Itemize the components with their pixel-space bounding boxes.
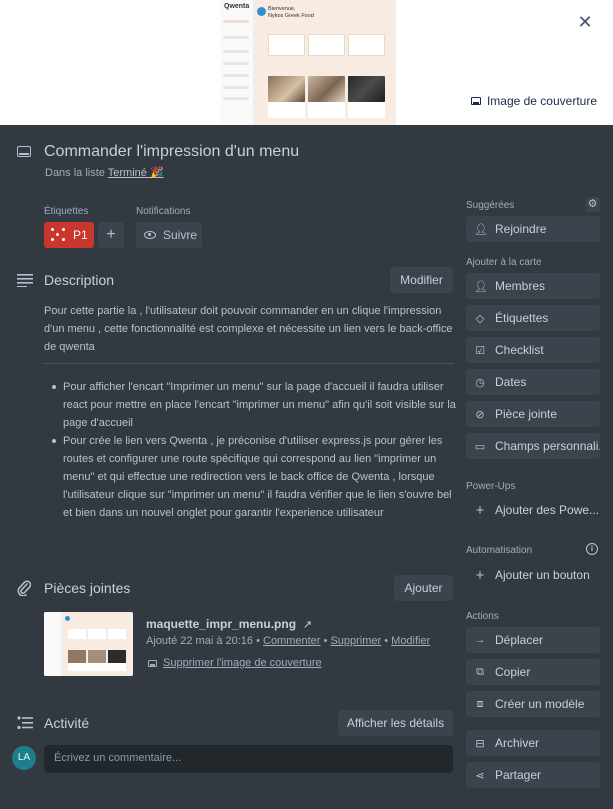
add-attachment-button[interactable]: Ajouter — [394, 575, 453, 601]
description-title: Description — [44, 272, 115, 288]
show-details-button[interactable]: Afficher les détails — [338, 710, 453, 736]
notifications-heading: Notifications — [136, 206, 191, 217]
info-icon[interactable]: i — [586, 543, 598, 555]
paperclip-icon: ⊘ — [475, 408, 485, 421]
activity-title: Activité — [44, 715, 90, 731]
archive-button[interactable]: ⊟ Archiver — [466, 730, 600, 756]
card-title[interactable]: Commander l'impression d'un menu — [44, 143, 299, 161]
delete-link[interactable]: Supprimer — [330, 635, 381, 647]
thumb-logo: Qwenta — [224, 3, 250, 10]
gear-icon[interactable]: ⚙ — [585, 197, 600, 212]
add-label-button[interactable]: + — [98, 222, 124, 248]
person-icon: 👤︎ — [474, 223, 488, 236]
comment-input[interactable]: Écrivez un commentaire... — [44, 745, 453, 773]
join-button[interactable]: 👤︎ Rejoindre — [466, 216, 600, 242]
label-p1-text: P1 — [73, 228, 88, 242]
attachment-meta: Ajouté 22 mai à 20:16 • Commenter • Supp… — [146, 635, 431, 647]
cover-image[interactable]: Qwenta Bienvenue, Nykos Greek Food — [220, 0, 396, 125]
card-icon — [148, 659, 157, 667]
checkbox-icon: ☑ — [475, 344, 485, 357]
follow-button[interactable]: Suivre — [136, 222, 202, 248]
divider — [44, 363, 454, 364]
attachment-button[interactable]: ⊘ Pièce jointe — [466, 401, 600, 427]
create-template-button[interactable]: ⧈ Créer un modèle — [466, 691, 600, 717]
list-item: Pour crée le lien vers Qwenta , je préco… — [44, 432, 456, 522]
labels-heading: Étiquettes — [44, 206, 89, 217]
label-p1[interactable]: P1 — [44, 222, 94, 248]
description-paragraph[interactable]: Pour cette partie la , l'utilisateur doi… — [44, 302, 454, 356]
attachment-name[interactable]: maquette_impr_menu.png ↗ — [146, 617, 312, 631]
copy-button[interactable]: ⧉ Copier — [466, 659, 600, 685]
list-item: Pour afficher l'encart "Imprimer un menu… — [44, 378, 456, 432]
edit-link[interactable]: Modifier — [391, 635, 430, 647]
share-button[interactable]: ⋖ Partager — [466, 762, 600, 788]
cover-image-button[interactable]: Image de couverture — [470, 94, 597, 108]
add-button-button[interactable]: + Ajouter un bouton — [466, 562, 600, 588]
thumb-sidebar: Qwenta — [220, 0, 254, 125]
cover-area: Qwenta Bienvenue, Nykos Greek Food ✕ Ima… — [0, 0, 613, 125]
dates-button[interactable]: ◷ Dates — [466, 369, 600, 395]
description-icon — [17, 274, 33, 287]
activity-icon — [17, 716, 33, 730]
edit-description-button[interactable]: Modifier — [390, 267, 453, 293]
remove-cover-link[interactable]: Supprimer l'image de couverture — [148, 657, 322, 669]
thumb-greeting: Bienvenue, Nykos Greek Food — [268, 6, 314, 19]
plus-icon: + — [475, 566, 485, 584]
attachment-thumbnail[interactable] — [44, 612, 133, 676]
archive-icon: ⊟ — [475, 737, 485, 750]
tag-icon: ◇ — [475, 312, 485, 325]
powerups-heading: Power-Ups — [466, 481, 516, 492]
checklist-button[interactable]: ☑ Checklist — [466, 337, 600, 363]
eye-icon — [144, 231, 156, 239]
automation-heading: Automatisation — [466, 545, 533, 556]
template-icon: ⧈ — [476, 697, 484, 710]
follow-label: Suivre — [163, 228, 198, 242]
card-icon — [17, 146, 31, 157]
arrow-right-icon: → — [474, 634, 486, 646]
clock-icon: ◷ — [475, 376, 485, 389]
field-icon: ▭ — [474, 440, 486, 453]
thumb-main: Bienvenue, Nykos Greek Food — [254, 0, 396, 125]
custom-fields-button[interactable]: ▭ Champs personnali... — [466, 433, 600, 459]
labels-button[interactable]: ◇ Étiquettes — [466, 305, 600, 331]
list-info: Dans la liste Terminé 🎉 — [45, 167, 164, 179]
person-icon: 👤︎ — [474, 280, 488, 293]
close-icon[interactable]: ✕ — [575, 12, 595, 32]
add-powerups-button[interactable]: + Ajouter des Powe... — [466, 497, 600, 523]
members-button[interactable]: 👤︎ Membres — [466, 273, 600, 299]
add-to-card-heading: Ajouter à la carte — [466, 257, 542, 268]
paperclip-icon — [17, 580, 31, 596]
copy-icon: ⧉ — [476, 665, 484, 678]
card-icon — [470, 97, 481, 105]
actions-heading: Actions — [466, 611, 499, 622]
share-icon: ⋖ — [475, 769, 485, 782]
dots-icon — [51, 228, 65, 242]
cover-image-button-label: Image de couverture — [486, 94, 597, 108]
comment-link[interactable]: Commenter — [263, 635, 320, 647]
open-external-icon[interactable]: ↗ — [303, 619, 312, 631]
list-link[interactable]: Terminé 🎉 — [108, 167, 164, 179]
suggested-heading: Suggérées — [466, 200, 515, 211]
attachments-title: Pièces jointes — [44, 580, 131, 596]
avatar[interactable]: LA — [12, 746, 36, 770]
move-button[interactable]: → Déplacer — [466, 627, 600, 653]
description-bullets: Pour afficher l'encart "Imprimer un menu… — [44, 378, 456, 522]
plus-icon: + — [475, 501, 485, 519]
